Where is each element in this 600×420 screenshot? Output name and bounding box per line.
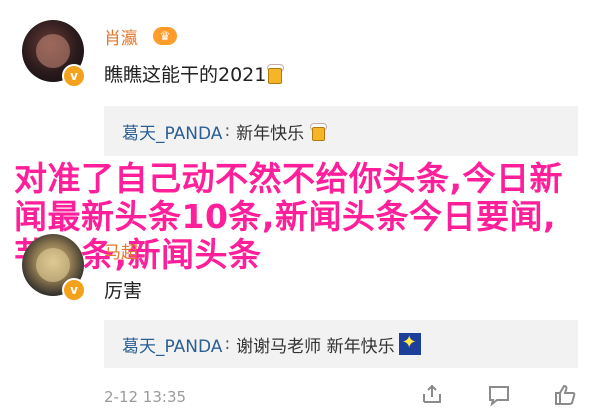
share-icon[interactable]	[420, 382, 446, 408]
comment-username[interactable]: 马超	[104, 238, 138, 263]
level-badge-icon: ♛	[153, 27, 177, 45]
overlay-headline: 对准了自己动不然不给你头条,今日新闻最新头条10条,新闻头条今日要闻,芋头条,新…	[14, 159, 564, 274]
avatar-face	[36, 34, 70, 68]
reply-content: 葛天_PANDA : 谢谢马老师 新年快乐	[122, 320, 421, 368]
reply-box[interactable]: 葛天_PANDA : 新年快乐	[104, 106, 578, 156]
sparkle-emoji-icon	[398, 332, 421, 355]
reply-username[interactable]: 葛天_PANDA	[122, 119, 222, 144]
comment-username[interactable]: 肖瀛	[104, 24, 138, 49]
reply-box[interactable]: 葛天_PANDA : 谢谢马老师 新年快乐	[104, 320, 578, 368]
like-icon[interactable]	[552, 382, 578, 408]
reply-separator: :	[224, 121, 231, 141]
comment-text: 瞧瞧这能干的2021	[104, 60, 288, 87]
avatar-face	[36, 248, 70, 282]
reply-username[interactable]: 葛天_PANDA	[122, 332, 222, 357]
verified-badge-icon: v	[62, 278, 86, 302]
verified-badge-icon: v	[62, 64, 86, 88]
reply-text: 谢谢马老师 新年快乐	[236, 336, 395, 357]
comment-timestamp: 2-12 13:35	[104, 388, 187, 406]
comment-icon[interactable]	[486, 382, 512, 408]
beer-emoji-icon	[266, 63, 288, 84]
reply-separator: :	[224, 334, 231, 354]
reply-content: 葛天_PANDA : 新年快乐	[122, 106, 330, 156]
comment-text-content: 瞧瞧这能干的2021	[104, 64, 267, 86]
reply-text: 新年快乐	[236, 123, 305, 144]
comment-text: 厉害	[104, 280, 143, 302]
beer-emoji-icon	[308, 121, 330, 141]
